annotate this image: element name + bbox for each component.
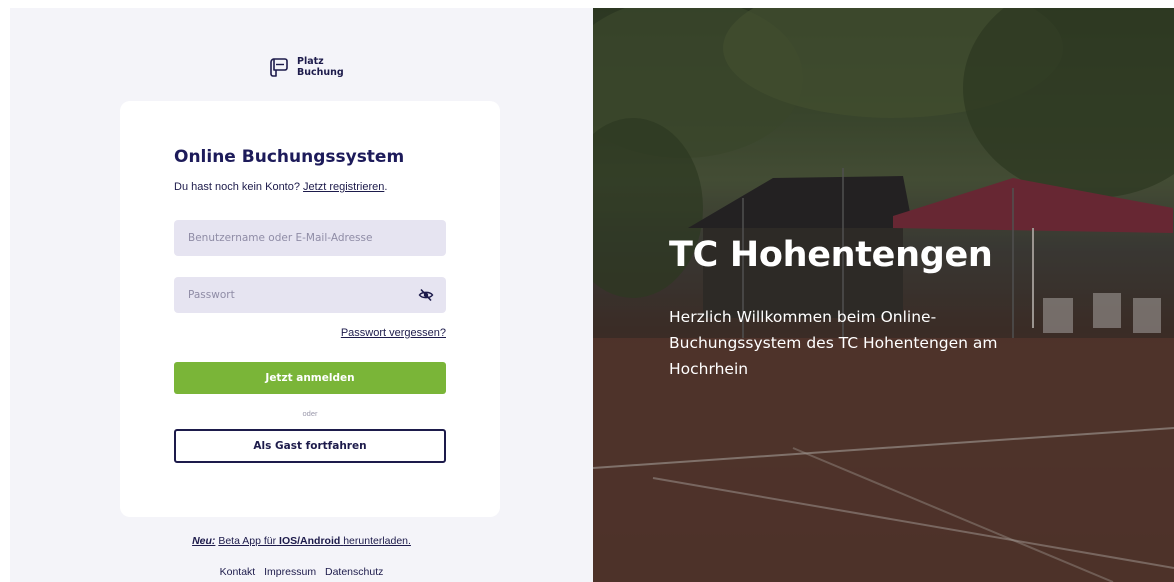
footer-link-impressum[interactable]: Impressum — [264, 566, 316, 578]
footer-link-kontakt[interactable]: Kontakt — [220, 566, 256, 578]
brand-name: Platz Buchung — [297, 56, 344, 78]
beta-app-link[interactable]: Beta App für IOS/Android herunterladen. — [218, 535, 411, 547]
hero-welcome-text: Herzlich Willkommen beim Online-Buchungs… — [669, 308, 998, 378]
password-input[interactable] — [186, 288, 418, 302]
court-logo-icon — [270, 58, 288, 77]
beta-text-2: herunterladen. — [343, 535, 411, 547]
no-account-text: Du hast noch kein Konto? — [174, 181, 300, 193]
username-input[interactable] — [186, 231, 434, 245]
hero-background-image — [593, 8, 1174, 582]
login-title: Online Buchungssystem — [174, 147, 405, 167]
brand-line-1: Platz — [297, 56, 324, 67]
register-suffix: . — [384, 181, 388, 193]
eye-off-icon[interactable] — [418, 287, 434, 303]
hero-title: TC Hohentengen — [669, 235, 993, 275]
username-field[interactable] — [174, 220, 446, 256]
or-divider: oder — [302, 409, 318, 418]
hero-panel: TC Hohentengen Herzlich Willkommen beim … — [593, 8, 1174, 582]
beta-text-1: Beta App für — [218, 535, 277, 547]
beta-app-notice: Neu: Beta App für IOS/Android herunterla… — [10, 535, 593, 547]
footer-link-datenschutz[interactable]: Datenschutz — [325, 566, 383, 578]
guest-button[interactable]: Als Gast fortfahren — [174, 429, 446, 463]
forgot-password-link[interactable]: Passwort vergessen? — [341, 327, 446, 339]
beta-platforms: IOS/Android — [279, 535, 341, 547]
password-field[interactable] — [174, 277, 446, 313]
footer-links: Kontakt Impressum Datenschutz — [10, 566, 593, 578]
brand-line-2: Buchung — [297, 67, 344, 78]
beta-new-label: Neu: — [192, 535, 216, 547]
register-link[interactable]: Jetzt registrieren — [303, 181, 384, 193]
login-card: Online Buchungssystem Du hast noch kein … — [120, 101, 500, 517]
register-prompt: Du hast noch kein Konto? Jetzt registrie… — [174, 181, 387, 193]
login-button[interactable]: Jetzt anmelden — [174, 362, 446, 394]
login-panel: Platz Buchung Online Buchungssystem Du h… — [10, 8, 593, 582]
brand-logo[interactable]: Platz Buchung — [269, 56, 344, 78]
